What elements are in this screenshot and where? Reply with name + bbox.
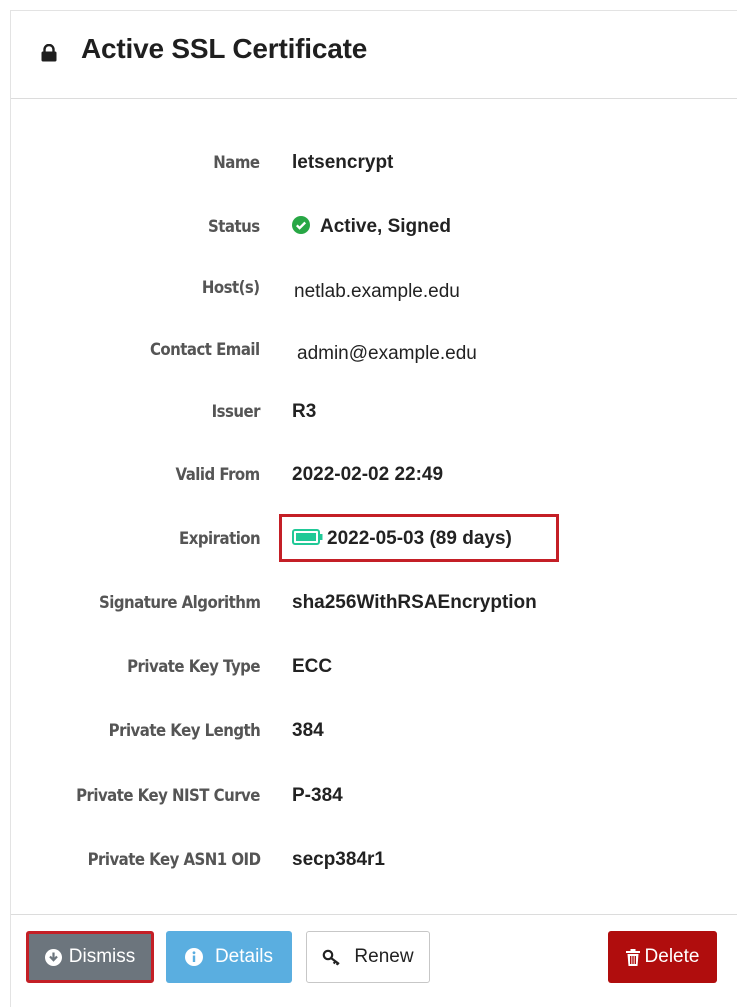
- field-label: Private Key NIST Curve: [76, 786, 260, 806]
- renew-button[interactable]: Renew: [306, 931, 430, 983]
- field-row-private-key-type: Private Key Type ECC: [11, 655, 737, 695]
- field-value: R3: [292, 401, 317, 422]
- delete-label: Delete: [644, 946, 700, 967]
- field-label: Name: [213, 153, 261, 173]
- trash-icon: [625, 948, 640, 966]
- field-value: admin@example.edu: [297, 343, 477, 364]
- field-row-contact-email: Contact Email admin@example.edu: [11, 335, 737, 375]
- field-label: Issuer: [211, 402, 261, 422]
- field-label: Status: [208, 217, 260, 237]
- info-circle-icon: [184, 948, 203, 966]
- field-row-valid-from: Valid From 2022-02-02 22:49: [11, 463, 737, 503]
- field-row-hosts: Host(s) netlab.example.edu: [11, 271, 737, 311]
- field-label: Signature Algorithm: [98, 593, 261, 613]
- field-value: netlab.example.edu: [294, 281, 460, 302]
- field-row-private-key-length: Private Key Length 384: [11, 719, 737, 759]
- field-value: secp384r1: [292, 849, 385, 870]
- field-label: Expiration: [178, 529, 261, 549]
- field-label: Private Key Length: [108, 721, 260, 741]
- card-header: Active SSL Certificate: [11, 11, 737, 99]
- page-title: Active SSL Certificate: [81, 33, 368, 64]
- field-value: Active, Signed: [292, 216, 451, 238]
- dismiss-button[interactable]: Dismiss: [26, 931, 154, 983]
- field-value: 384: [292, 720, 324, 741]
- ssl-certificate-card: Active SSL Certificate Name letsencrypt …: [10, 10, 737, 1007]
- field-label: Host(s): [202, 278, 260, 298]
- details-label: Details: [214, 946, 274, 967]
- details-button[interactable]: Details: [166, 931, 292, 983]
- field-value: letsencrypt: [292, 152, 394, 173]
- field-row-status: Status Active, Signed: [11, 207, 737, 247]
- dismiss-label: Dismiss: [68, 946, 136, 967]
- field-label: Valid From: [175, 465, 261, 485]
- field-value: ECC: [292, 656, 333, 677]
- field-value: 2022-02-02 22:49: [292, 464, 444, 485]
- key-icon: [323, 949, 341, 966]
- field-label: Contact Email: [150, 340, 260, 360]
- field-value: sha256WithRSAEncryption: [292, 592, 537, 613]
- expiration-highlight-box: [279, 514, 559, 562]
- status-text: Active, Signed: [320, 216, 451, 237]
- field-row-issuer: Issuer R3: [11, 399, 737, 439]
- field-row-private-key-asn1-oid: Private Key ASN1 OID secp384r1: [11, 848, 737, 888]
- arrow-circle-down-icon: [44, 948, 62, 966]
- check-circle-icon: [292, 216, 310, 234]
- delete-button[interactable]: Delete: [608, 931, 717, 983]
- footer-divider: [11, 914, 737, 915]
- field-label: Private Key ASN1 OID: [87, 850, 260, 870]
- field-label: Private Key Type: [127, 657, 260, 677]
- field-value: P-384: [292, 785, 343, 806]
- field-row-private-key-nist-curve: Private Key NIST Curve P-384: [11, 784, 737, 824]
- lock-icon: [41, 44, 57, 62]
- renew-label: Renew: [354, 946, 414, 967]
- field-row-signature-algorithm: Signature Algorithm sha256WithRSAEncrypt…: [11, 591, 737, 631]
- field-row-name: Name letsencrypt: [11, 144, 737, 184]
